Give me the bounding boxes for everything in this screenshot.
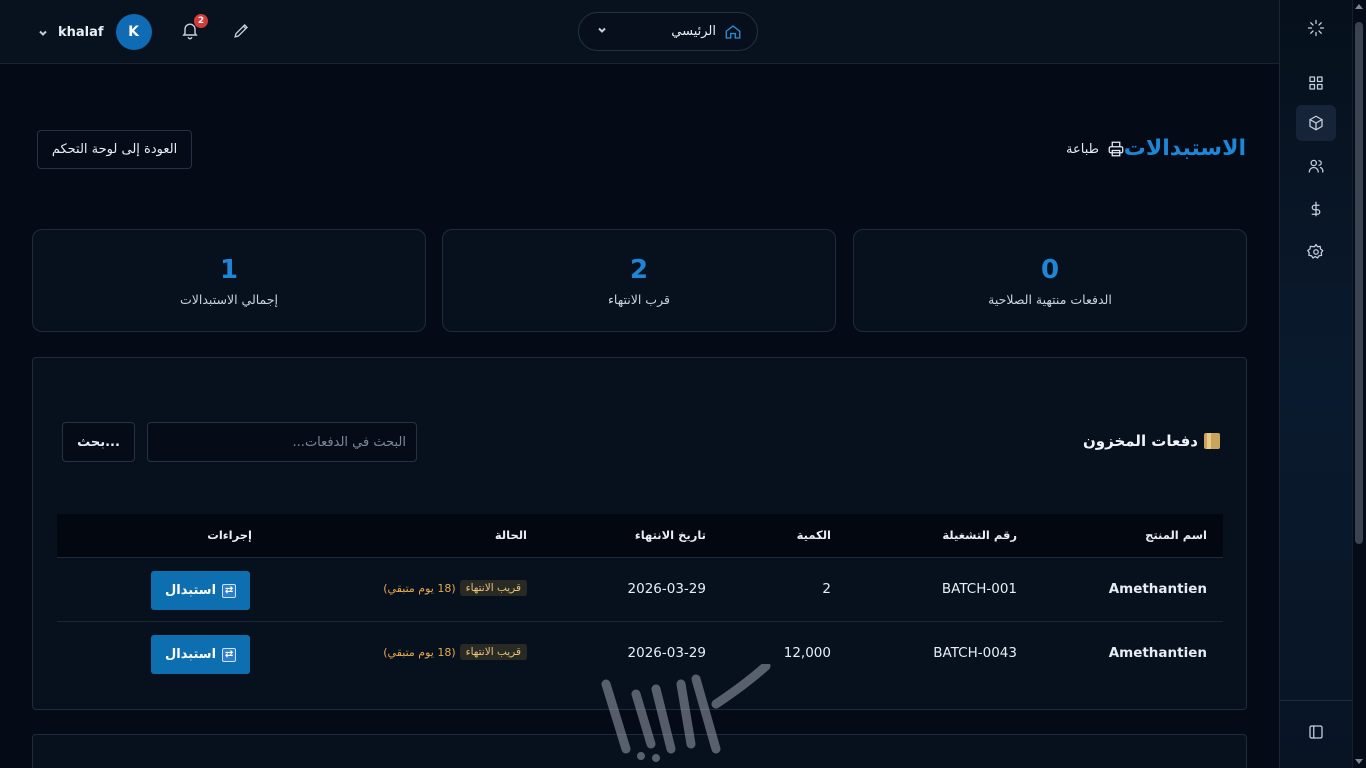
cell-batch: BATCH-001 (941, 581, 1017, 597)
col-actions: إجراءات (207, 528, 252, 542)
stat-label: الدفعات منتهية الصلاحية (988, 292, 1112, 307)
status-label: قريب الانتهاء (459, 644, 527, 660)
settings-icon[interactable] (1296, 234, 1336, 270)
home-dropdown[interactable]: الرئيسي (578, 12, 758, 51)
dashboard-icon[interactable] (1296, 65, 1336, 101)
back-to-dashboard-button[interactable]: العودة إلى لوحة التحكم (37, 130, 192, 169)
dollar-icon[interactable] (1296, 191, 1336, 227)
panel-title-text: دفعات المخزون (1082, 432, 1198, 450)
cell-qty: 2 (822, 581, 831, 597)
cell-expiry: 2026-03-29 (627, 645, 706, 661)
sidebar-toggle-icon[interactable] (1296, 714, 1336, 750)
sidebar-divider (1280, 700, 1352, 701)
scroll-up-arrow[interactable] (1355, 4, 1363, 9)
print-label: طباعة (1066, 141, 1099, 157)
replace-button[interactable]: ⇄ استبدال (151, 635, 250, 674)
stat-value: 2 (629, 255, 649, 285)
print-button[interactable]: طباعة (1066, 140, 1125, 158)
printer-icon (1108, 141, 1124, 157)
table-row: Amethantien BATCH-001 2 2026-03-29 قريب … (57, 558, 1223, 622)
replace-label: استبدال (164, 583, 217, 598)
notification-badge: 2 (194, 14, 208, 28)
scroll-down-arrow[interactable] (1355, 759, 1363, 764)
chevron-down-icon (597, 24, 607, 39)
swap-icon: ⇄ (222, 583, 237, 598)
logo-icon[interactable] (1296, 10, 1336, 46)
pen-icon[interactable] (232, 21, 252, 41)
days-remaining: (18 يوم متبقي) (383, 581, 456, 595)
sidebar (1279, 0, 1366, 768)
home-icon (725, 24, 741, 39)
stat-label: قرب الانتهاء (608, 292, 670, 307)
replace-button[interactable]: ⇄ استبدال (151, 571, 250, 610)
cell-batch: BATCH-0043 (933, 645, 1017, 661)
col-expiry: تاريخ الانتهاء (634, 528, 706, 542)
stat-card-total-replacements: 1 إجمالي الاستبدالات (32, 229, 426, 332)
user-menu[interactable]: khalaf K (38, 14, 152, 50)
box-icon[interactable] (1296, 105, 1336, 141)
status-label: قريب الانتهاء (459, 580, 527, 596)
cell-product: Amethantien (1108, 645, 1207, 661)
stat-value: 1 (219, 255, 239, 285)
batches-table: اسم المنتج رقم التشغيلة الكمية تاريخ الا… (57, 514, 1223, 686)
replace-label: استبدال (164, 647, 217, 662)
page-title: الاستبدالات (1123, 136, 1246, 161)
top-bar: khalaf K 2 الرئيسي (0, 0, 1280, 64)
user-name: khalaf (58, 24, 104, 40)
batch-search-input[interactable] (147, 422, 417, 462)
status-badge: قريب الانتهاء (18 يوم متبقي) (383, 580, 527, 596)
secondary-panel (32, 734, 1247, 768)
col-qty: الكمية (796, 528, 831, 542)
swap-icon: ⇄ (222, 647, 237, 662)
batches-panel: دفعات المخزون بحث... اسم المنتج رقم التش… (32, 357, 1247, 710)
cell-qty: 12,000 (783, 645, 831, 661)
panel-title: دفعات المخزون (1083, 432, 1220, 450)
stat-label: إجمالي الاستبدالات (180, 292, 278, 307)
users-icon[interactable] (1296, 148, 1336, 184)
table-header: اسم المنتج رقم التشغيلة الكمية تاريخ الا… (57, 514, 1223, 558)
table-row: Amethantien BATCH-0043 12,000 2026-03-29… (57, 622, 1223, 686)
stat-card-expired: 0 الدفعات منتهية الصلاحية (853, 229, 1247, 332)
home-label: الرئيسي (671, 24, 716, 39)
status-badge: قريب الانتهاء (18 يوم متبقي) (383, 644, 527, 660)
scroll-thumb[interactable] (1355, 22, 1363, 544)
stat-card-near-expiry: 2 قرب الانتهاء (442, 229, 836, 332)
cell-product: Amethantien (1108, 581, 1207, 597)
chevron-down-icon (38, 27, 48, 37)
days-remaining: (18 يوم متبقي) (383, 645, 456, 659)
scrollbar[interactable] (1352, 0, 1366, 768)
package-icon (1204, 433, 1220, 449)
avatar: K (115, 14, 152, 50)
stat-value: 0 (1040, 255, 1060, 285)
cell-expiry: 2026-03-29 (627, 581, 706, 597)
search-button[interactable]: بحث... (62, 422, 135, 462)
col-product: اسم المنتج (1145, 528, 1207, 542)
col-batch: رقم التشغيلة (942, 528, 1017, 542)
col-status: الحالة (494, 528, 527, 542)
